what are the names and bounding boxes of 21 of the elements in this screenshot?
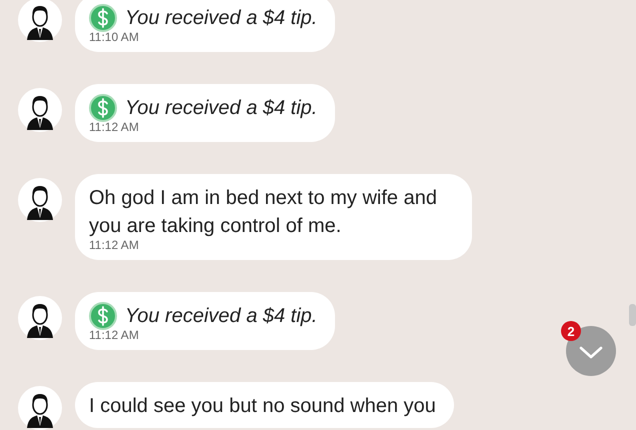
- message-text: Oh god I am in bed next to my wife and you are taking control of me.: [89, 186, 438, 239]
- avatar-icon: [18, 386, 62, 430]
- dollar-icon: [89, 302, 117, 330]
- dollar-icon: [89, 4, 117, 32]
- avatar-icon: [18, 296, 62, 340]
- tip-notice: You received a $4 tip.: [125, 96, 318, 121]
- scrollbar-thumb[interactable]: [629, 304, 636, 326]
- dollar-icon: [89, 94, 117, 122]
- message-text: I could see you but no sound when you: [89, 394, 436, 419]
- tip-notice: You received a $4 tip.: [125, 304, 318, 329]
- chevron-down-icon: [579, 346, 603, 360]
- unread-badge: 2: [561, 321, 581, 341]
- avatar-icon: [18, 178, 62, 222]
- avatar-icon: [18, 88, 62, 132]
- message-time: 11:12 AM: [89, 238, 140, 252]
- message-time: 11:12 AM: [89, 328, 140, 342]
- tip-notice: You received a $4 tip.: [125, 6, 318, 31]
- avatar-icon: [18, 0, 62, 42]
- message-time: 11:10 AM: [89, 30, 140, 44]
- message-time: 11:12 AM: [89, 120, 140, 134]
- scroll-down-button[interactable]: [566, 326, 616, 376]
